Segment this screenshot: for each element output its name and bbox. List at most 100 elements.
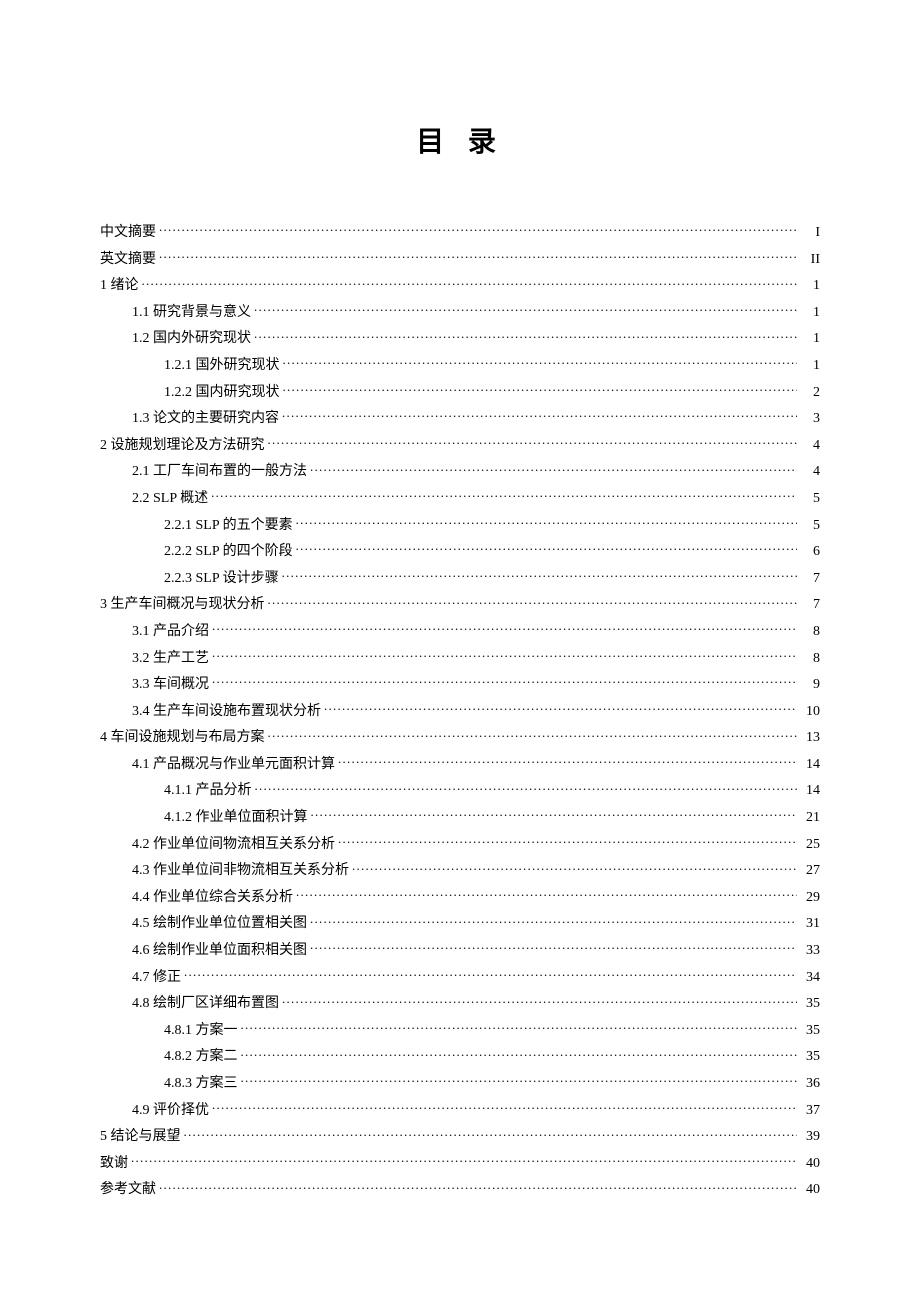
toc-entry: 4.1.2 作业单位面积计算21 — [100, 805, 820, 832]
toc-entry: 中文摘要I — [100, 220, 820, 247]
toc-entry-page: 14 — [800, 778, 820, 805]
toc-entry-label: 1.2 国内外研究现状 — [132, 326, 251, 353]
toc-entry-label: 4.5 绘制作业单位位置相关图 — [132, 911, 307, 938]
toc-leader-dots — [296, 890, 797, 901]
toc-entry-label: 致谢 — [100, 1151, 128, 1178]
toc-entry-page: 10 — [800, 699, 820, 726]
toc-entry: 4.1.1 产品分析 14 — [100, 778, 820, 805]
toc-leader-dots — [184, 1129, 798, 1140]
toc-entry: 2.1 工厂车间布置的一般方法4 — [100, 459, 820, 486]
toc-entry: 2.2.3 SLP 设计步骤7 — [100, 566, 820, 593]
toc-entry: 2 设施规划理论及方法研究 4 — [100, 433, 820, 460]
toc-leader-dots — [310, 916, 797, 927]
toc-entry: 1.3 论文的主要研究内容 3 — [100, 406, 820, 433]
toc-entry-page: II — [800, 247, 820, 274]
toc-entry-page: 4 — [800, 433, 820, 460]
toc-entry-label: 4.2 作业单位间物流相互关系分析 — [132, 832, 335, 859]
toc-leader-dots — [241, 1049, 798, 1060]
toc-entry: 4.7 修正34 — [100, 965, 820, 992]
toc-entry-label: 1.1 研究背景与意义 — [132, 300, 251, 327]
toc-entry-page: 14 — [800, 752, 820, 779]
toc-entry-page: 6 — [800, 539, 820, 566]
toc-entry-label: 4.8.2 方案二 — [164, 1044, 238, 1071]
toc-entry: 英文摘要II — [100, 247, 820, 274]
toc-leader-dots — [338, 836, 797, 847]
toc-entry-label: 2 设施规划理论及方法研究 — [100, 433, 265, 460]
toc-entry-label: 4.8.1 方案一 — [164, 1018, 238, 1045]
toc-entry-label: 参考文献 — [100, 1177, 156, 1204]
toc-entry-page: 27 — [800, 858, 820, 885]
toc-leader-dots — [268, 597, 798, 608]
toc-entry: 4.3 作业单位间非物流相互关系分析 27 — [100, 858, 820, 885]
toc-entry: 4.2 作业单位间物流相互关系分析 25 — [100, 832, 820, 859]
toc-entry-page: 1 — [800, 300, 820, 327]
toc-entry: 4.8.3 方案三36 — [100, 1071, 820, 1098]
toc-entry-label: 1.2.1 国外研究现状 — [164, 353, 280, 380]
toc-entry-label: 2.1 工厂车间布置的一般方法 — [132, 459, 307, 486]
toc-entry: 3.2 生产工艺8 — [100, 646, 820, 673]
toc-leader-dots — [241, 1023, 798, 1034]
toc-entry-label: 2.2.2 SLP 的四个阶段 — [164, 539, 293, 566]
toc-entry: 参考文献 40 — [100, 1177, 820, 1204]
toc-entry-page: 35 — [800, 1044, 820, 1071]
toc-entry-label: 4.1.1 产品分析 — [164, 778, 252, 805]
toc-leader-dots — [282, 996, 797, 1007]
toc-entry-page: 5 — [800, 486, 820, 513]
toc-leader-dots — [211, 491, 797, 502]
toc-leader-dots — [268, 730, 798, 741]
toc-entry-page: 37 — [800, 1098, 820, 1125]
toc-entry-label: 5 结论与展望 — [100, 1124, 181, 1151]
toc-entry-page: 7 — [800, 566, 820, 593]
toc-entry-label: 4.3 作业单位间非物流相互关系分析 — [132, 858, 349, 885]
toc-entry-label: 1.3 论文的主要研究内容 — [132, 406, 279, 433]
toc-entry-page: 8 — [800, 619, 820, 646]
toc-entry-label: 1.2.2 国内研究现状 — [164, 380, 280, 407]
toc-entry: 4 车间设施规划与布局方案13 — [100, 725, 820, 752]
toc-entry: 4.4 作业单位综合关系分析 29 — [100, 885, 820, 912]
toc-entry-label: 4.1 产品概况与作业单元面积计算 — [132, 752, 335, 779]
toc-entry: 4.1 产品概况与作业单元面积计算 14 — [100, 752, 820, 779]
toc-entry: 4.8.2 方案二 35 — [100, 1044, 820, 1071]
toc-entry-label: 4.8.3 方案三 — [164, 1071, 238, 1098]
toc-entry: 1.2.1 国外研究现状 1 — [100, 353, 820, 380]
toc-entry: 1 绪论 1 — [100, 273, 820, 300]
toc-entry-label: 1 绪论 — [100, 273, 139, 300]
toc-leader-dots — [142, 278, 798, 289]
toc-title: 目 录 — [100, 120, 820, 160]
toc-entry-page: 39 — [800, 1124, 820, 1151]
toc-entry-label: 3 生产车间概况与现状分析 — [100, 592, 265, 619]
toc-entry-page: 1 — [800, 273, 820, 300]
toc-leader-dots — [212, 624, 797, 635]
toc-entry-page: 40 — [800, 1177, 820, 1204]
toc-entry-label: 4.7 修正 — [132, 965, 181, 992]
toc-entry: 4.8 绘制厂区详细布置图35 — [100, 991, 820, 1018]
toc-entry-label: 3.3 车间概况 — [132, 672, 209, 699]
toc-entry-page: 1 — [800, 326, 820, 353]
toc-entry-page: 29 — [800, 885, 820, 912]
toc-entry-label: 3.4 生产车间设施布置现状分析 — [132, 699, 321, 726]
toc-entry: 3.1 产品介绍8 — [100, 619, 820, 646]
toc-leader-dots — [159, 225, 797, 236]
toc-entry-label: 4.1.2 作业单位面积计算 — [164, 805, 308, 832]
toc-entry: 4.9 评价择优37 — [100, 1098, 820, 1125]
toc-entry: 致谢40 — [100, 1151, 820, 1178]
toc-entry-label: 中文摘要 — [100, 220, 156, 247]
toc-entry-page: 33 — [800, 938, 820, 965]
toc-entry-page: 25 — [800, 832, 820, 859]
toc-entry: 2.2.2 SLP 的四个阶段 6 — [100, 539, 820, 566]
toc-entry: 2.2.1 SLP 的五个要素5 — [100, 513, 820, 540]
toc-leader-dots — [283, 358, 798, 369]
toc-entry-page: 1 — [800, 353, 820, 380]
toc-entry-page: 8 — [800, 646, 820, 673]
toc-leader-dots — [184, 969, 797, 980]
toc-entry-label: 4.4 作业单位综合关系分析 — [132, 885, 293, 912]
toc-entry-page: 9 — [800, 672, 820, 699]
toc-entry-page: 3 — [800, 406, 820, 433]
toc-leader-dots — [338, 757, 797, 768]
toc-leader-dots — [212, 677, 797, 688]
toc-entry-label: 4.8 绘制厂区详细布置图 — [132, 991, 279, 1018]
toc-entry: 1.2.2 国内研究现状2 — [100, 380, 820, 407]
toc-leader-dots — [254, 331, 797, 342]
toc-leader-dots — [310, 464, 797, 475]
toc-leader-dots — [296, 517, 797, 528]
